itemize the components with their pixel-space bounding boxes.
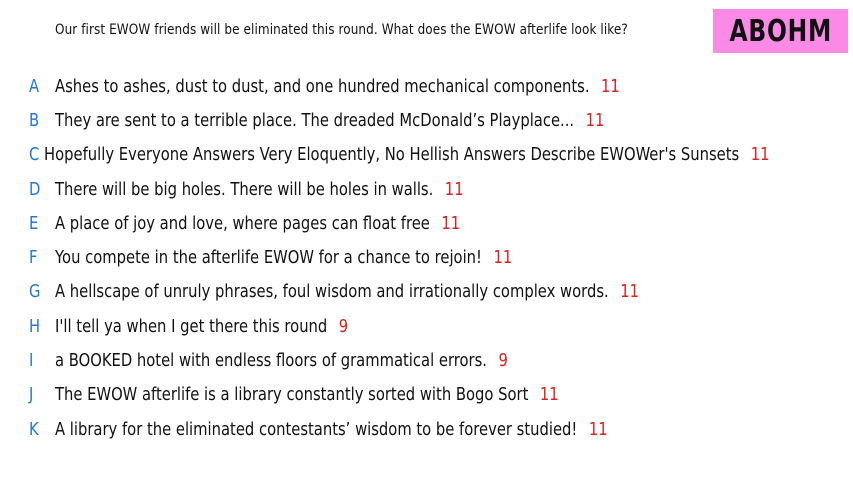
response-line: You compete in the afterlife EWOW for a … [55, 247, 512, 268]
response-list: A Ashes to ashes, dust to dust, and one … [0, 69, 853, 446]
response-line: a BOOKED hotel with endless floors of gr… [55, 350, 508, 371]
word-count: 11 [444, 178, 464, 200]
prompt-text: Our first EWOW friends will be eliminate… [55, 22, 628, 38]
response-row-h: H I'll tell ya when I get there this rou… [0, 309, 853, 343]
response-letter: H [29, 315, 41, 337]
response-line: They are sent to a terrible place. The d… [55, 110, 604, 131]
response-line: Hopefully Everyone Answers Very Eloquent… [44, 144, 769, 165]
response-row-d: D There will be big holes. There will be… [0, 172, 853, 206]
response-text: A hellscape of unruly phrases, foul wisd… [55, 281, 609, 303]
response-text: a BOOKED hotel with endless floors of gr… [55, 350, 487, 372]
word-count: 9 [498, 350, 508, 372]
response-letter: K [29, 418, 39, 440]
response-row-j: J The EWOW afterlife is a library consta… [0, 378, 853, 412]
response-text: A library for the eliminated contestants… [55, 418, 578, 440]
word-count: 11 [601, 75, 620, 97]
response-line: Ashes to ashes, dust to dust, and one hu… [55, 76, 620, 97]
response-line: A hellscape of unruly phrases, foul wisd… [55, 281, 639, 302]
word-count: 11 [620, 281, 639, 303]
response-row-b: B They are sent to a terrible place. The… [0, 103, 853, 137]
response-letter: C [29, 144, 40, 166]
response-letter: I [29, 350, 34, 372]
word-count: 11 [585, 109, 605, 131]
response-text: You compete in the afterlife EWOW for a … [55, 247, 482, 269]
title-badge: ABOHM [713, 9, 848, 53]
response-letter: E [29, 212, 39, 234]
response-letter: B [29, 109, 40, 131]
response-letter: F [29, 247, 38, 269]
response-row-i: I a BOOKED hotel with endless floors of … [0, 343, 853, 377]
response-line: The EWOW afterlife is a library constant… [55, 384, 559, 405]
response-text: Hopefully Everyone Answers Very Eloquent… [43, 144, 739, 166]
response-line: A place of joy and love, where pages can… [55, 213, 460, 234]
response-letter: D [29, 178, 41, 200]
response-text: The EWOW afterlife is a library constant… [55, 384, 529, 406]
response-text: A place of joy and love, where pages can… [55, 212, 430, 234]
response-row-a: A Ashes to ashes, dust to dust, and one … [0, 69, 853, 103]
response-line: I'll tell ya when I get there this round… [55, 316, 348, 337]
response-line: There will be big holes. There will be h… [55, 179, 464, 200]
word-count: 11 [441, 212, 461, 234]
response-text: I'll tell ya when I get there this round [55, 315, 328, 337]
response-text: They are sent to a terrible place. The d… [55, 109, 575, 131]
response-letter: A [29, 75, 40, 97]
word-count: 11 [539, 384, 559, 406]
word-count: 11 [588, 418, 608, 440]
response-text: There will be big holes. There will be h… [55, 178, 434, 200]
word-count: 11 [493, 247, 513, 269]
response-letter: J [29, 384, 34, 406]
response-line: A library for the eliminated contestants… [55, 419, 608, 440]
word-count: 9 [338, 315, 349, 337]
badge-label: ABOHM [729, 13, 832, 49]
response-row-e: E A place of joy and love, where pages c… [0, 206, 853, 240]
response-letter: G [29, 281, 41, 303]
response-row-c: C Hopefully Everyone Answers Very Eloque… [0, 138, 853, 172]
response-row-f: F You compete in the afterlife EWOW for … [0, 240, 853, 274]
response-row-g: G A hellscape of unruly phrases, foul wi… [0, 275, 853, 309]
word-count: 11 [750, 144, 770, 166]
response-row-k: K A library for the eliminated contestan… [0, 412, 853, 446]
response-text: Ashes to ashes, dust to dust, and one hu… [55, 75, 590, 97]
